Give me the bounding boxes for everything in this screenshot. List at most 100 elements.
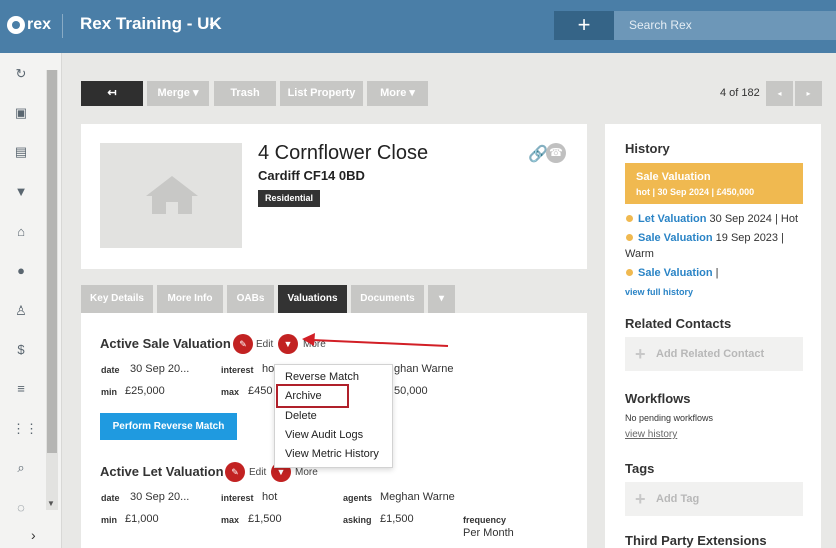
next-record-button[interactable]: ▸ bbox=[795, 81, 822, 106]
scroll-down-icon[interactable]: ▼ bbox=[47, 499, 55, 508]
let-frequency-label: frequency bbox=[463, 515, 507, 525]
chevron-down-icon[interactable]: ⌄ bbox=[207, 15, 218, 31]
rex-logo[interactable]: rex bbox=[7, 13, 51, 37]
list-property-button[interactable]: List Property bbox=[280, 81, 363, 106]
property-address: 4 Cornflower Close bbox=[258, 142, 429, 164]
tab-oabs[interactable]: OABs bbox=[227, 285, 274, 313]
sale-min-label: min bbox=[101, 387, 118, 397]
let-agents-value: Meghan Warne bbox=[380, 491, 455, 503]
loading-icon[interactable]: ◌ bbox=[12, 499, 30, 517]
tab-valuations[interactable]: Valuations bbox=[278, 285, 347, 313]
menu-item-reverse-match[interactable]: Reverse Match bbox=[285, 371, 359, 383]
let-date-value: 30 Sep 20... bbox=[130, 491, 190, 503]
contacts-icon[interactable]: ♙ bbox=[12, 302, 30, 320]
back-button[interactable]: ↤ bbox=[81, 81, 143, 106]
add-related-contact-label: Add Related Contact bbox=[656, 348, 765, 360]
history-entry: Sale Valuation 19 Sep 2023 | bbox=[638, 230, 784, 246]
calendar-icon[interactable]: ▣ bbox=[12, 104, 30, 122]
no-workflows-text: No pending workflows bbox=[625, 413, 714, 423]
sale-min-value: £25,000 bbox=[125, 385, 165, 397]
tab-key-details[interactable]: Key Details bbox=[81, 285, 153, 313]
menu-item-view-audit-logs[interactable]: View Audit Logs bbox=[285, 429, 363, 441]
house-icon bbox=[146, 176, 198, 214]
menu-item-delete[interactable]: Delete bbox=[285, 410, 317, 422]
property-postcode: Cardiff CF14 0BD bbox=[258, 168, 365, 183]
more-dropdown-icon[interactable]: ▼ bbox=[278, 334, 298, 354]
prev-record-button[interactable]: ◂ bbox=[766, 81, 793, 106]
history-entry-link[interactable]: Sale Valuation bbox=[638, 267, 713, 279]
let-date-label: date bbox=[101, 493, 120, 503]
property-image-placeholder[interactable] bbox=[100, 143, 242, 248]
sidebar-scroll-thumb[interactable] bbox=[47, 70, 57, 453]
let-more-link[interactable]: More bbox=[295, 467, 318, 478]
chart-icon[interactable]: ▤ bbox=[12, 143, 30, 161]
history-entry-link[interactable]: Let Valuation bbox=[638, 213, 706, 225]
history-highlight-sub: hot | 30 Sep 2024 | £450,000 bbox=[636, 187, 755, 197]
sale-valuation-title: Active Sale Valuation bbox=[100, 336, 231, 351]
menu-item-view-metric-history[interactable]: View Metric History bbox=[285, 448, 379, 460]
refresh-icon[interactable]: ↻ bbox=[12, 65, 30, 83]
sale-edit-link[interactable]: Edit bbox=[256, 339, 273, 350]
view-full-history-link[interactable]: view full history bbox=[625, 287, 693, 297]
trash-button[interactable]: Trash bbox=[214, 81, 276, 106]
account-title[interactable]: Rex Training - UK bbox=[80, 14, 222, 34]
history-entry-link[interactable]: Sale Valuation bbox=[638, 232, 713, 244]
add-button[interactable]: + bbox=[554, 11, 614, 40]
search-input[interactable]: Search Rex bbox=[614, 11, 836, 40]
tab-overflow[interactable]: ▾ bbox=[428, 285, 455, 313]
logo-text: rex bbox=[27, 16, 52, 33]
let-agents-label: agents bbox=[343, 493, 373, 503]
logo-mark-icon bbox=[7, 16, 25, 34]
history-dot bbox=[626, 215, 633, 222]
grid-icon[interactable]: ⋮⋮ bbox=[12, 420, 38, 438]
third-party-heading: Third Party Extensions bbox=[625, 533, 767, 548]
let-asking-label: asking bbox=[343, 515, 372, 525]
history-entry-text: 19 Sep 2023 | bbox=[712, 232, 784, 244]
top-bar: rex Rex Training - UK ⌄ + Search Rex bbox=[0, 0, 836, 53]
history-entry: Sale Valuation | bbox=[638, 265, 719, 281]
workflows-heading: Workflows bbox=[625, 391, 691, 406]
let-asking-value: £1,500 bbox=[380, 513, 414, 525]
edit-pencil-icon[interactable]: ✎ bbox=[233, 334, 253, 354]
plus-icon: + bbox=[635, 344, 646, 364]
add-related-contact-button[interactable]: + Add Related Contact bbox=[625, 337, 803, 371]
sale-max-value: £450 bbox=[248, 385, 273, 397]
phone-icon[interactable]: ☎ bbox=[546, 143, 566, 163]
let-frequency-value: Per Month bbox=[463, 527, 514, 539]
view-workflow-history-link[interactable]: view history bbox=[625, 429, 677, 440]
add-tag-button[interactable]: + Add Tag bbox=[625, 482, 803, 516]
let-interest-value: hot bbox=[262, 491, 278, 503]
sale-more-link[interactable]: More bbox=[303, 339, 326, 350]
perform-reverse-match-button[interactable]: Perform Reverse Match bbox=[100, 413, 237, 440]
related-contacts-heading: Related Contacts bbox=[625, 316, 732, 331]
let-min-label: min bbox=[101, 515, 118, 525]
link-icon[interactable]: 🔗 bbox=[528, 144, 548, 164]
sale-max-label: max bbox=[221, 387, 240, 397]
let-min-value: £1,000 bbox=[125, 513, 159, 525]
home-icon[interactable]: ⌂ bbox=[12, 223, 30, 241]
tab-more-info[interactable]: More Info bbox=[157, 285, 223, 313]
dollar-icon[interactable]: $ bbox=[12, 341, 30, 359]
pager-text: 4 of 182 bbox=[720, 87, 760, 99]
history-highlight-title: Sale Valuation bbox=[636, 171, 711, 183]
signpost-icon[interactable]: ▼ bbox=[12, 183, 30, 201]
search-map-icon[interactable]: ⌕ bbox=[12, 459, 30, 477]
person-icon[interactable]: ● bbox=[12, 262, 30, 280]
sale-asking-value: 50,000 bbox=[394, 385, 428, 397]
history-dot bbox=[626, 234, 633, 241]
history-entry-text-cont: Warm bbox=[625, 248, 654, 260]
tab-documents[interactable]: Documents bbox=[351, 285, 424, 313]
let-edit-link[interactable]: Edit bbox=[249, 467, 266, 478]
tags-heading: Tags bbox=[625, 461, 655, 476]
list-icon[interactable]: ≡ bbox=[12, 380, 30, 398]
history-entry-text: 30 Sep 2024 | Hot bbox=[706, 213, 799, 225]
history-entry-text: | bbox=[712, 267, 719, 279]
more-button[interactable]: More ▾ bbox=[367, 81, 428, 106]
history-entry: Let Valuation 30 Sep 2024 | Hot bbox=[638, 211, 798, 227]
sale-interest-value: ho bbox=[262, 363, 275, 375]
expand-sidebar-icon[interactable]: › bbox=[31, 527, 36, 543]
merge-button[interactable]: Merge ▾ bbox=[147, 81, 209, 106]
let-edit-pencil-icon[interactable]: ✎ bbox=[225, 462, 245, 482]
history-highlight-card[interactable]: Sale Valuation hot | 30 Sep 2024 | £450,… bbox=[625, 163, 803, 204]
more-dropdown-menu: Reverse Match Archive Delete View Audit … bbox=[274, 364, 393, 468]
